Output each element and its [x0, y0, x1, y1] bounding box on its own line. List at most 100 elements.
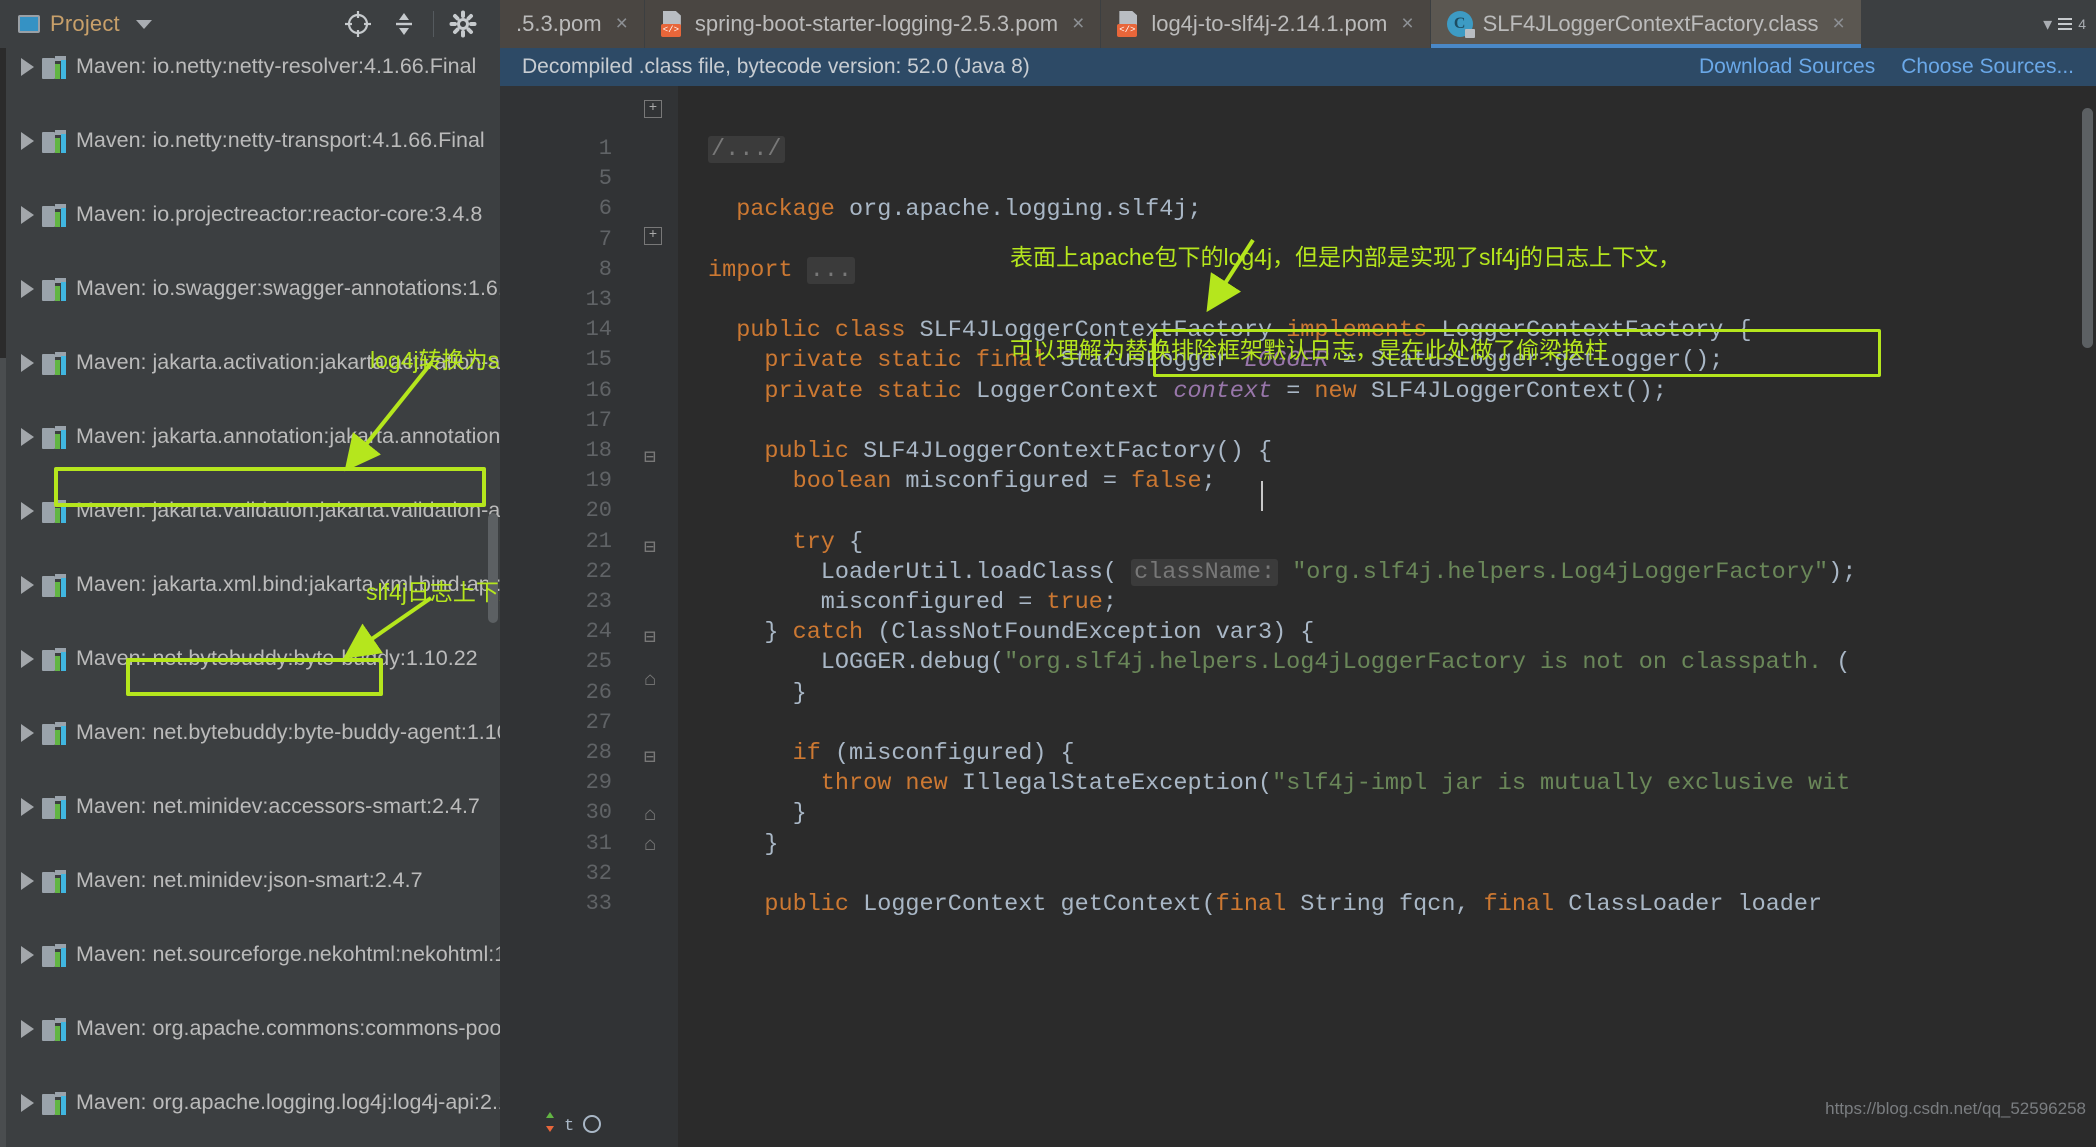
- choose-sources-link[interactable]: Choose Sources...: [1901, 55, 2074, 79]
- tree-row[interactable]: Maven: jakarta.validation:jakarta.valida…: [6, 492, 500, 529]
- line-number: 24: [585, 619, 612, 645]
- editor-tab-3[interactable]: C SLF4JLoggerContextFactory.class ×: [1430, 0, 1862, 48]
- tree-row[interactable]: Maven: net.minidev:accessors-smart:2.4.7: [6, 788, 500, 825]
- line-number: 27: [585, 709, 612, 735]
- tree-row[interactable]: Maven: jakarta.annotation:jakarta.annota…: [6, 418, 500, 455]
- line-number: 13: [585, 287, 612, 312]
- decompiled-notification-bar: Decompiled .class file, bytecode version…: [500, 48, 2096, 86]
- code-line[interactable]: } catch (ClassNotFoundException var3) {: [764, 619, 1314, 646]
- tree-row[interactable]: Maven: org.apache.commons:commons-pool2:…: [6, 1010, 500, 1047]
- settings-icon[interactable]: [440, 0, 486, 48]
- download-sources-link[interactable]: Download Sources: [1699, 55, 1875, 79]
- tree-row-label: Maven: net.bytebuddy:byte-buddy:1.10.22: [76, 646, 478, 670]
- tree-row[interactable]: Maven: net.sourceforge.nekohtml:nekohtml…: [6, 936, 500, 973]
- project-window-icon: [18, 15, 40, 33]
- chevron-right-icon[interactable]: [12, 57, 42, 76]
- tree-row[interactable]: Maven: org.apache.logging.log4j:log4j-ap…: [6, 1084, 500, 1121]
- editor-tab-2-close-icon[interactable]: ×: [1401, 12, 1413, 36]
- chevron-right-icon[interactable]: [12, 1093, 42, 1112]
- line-number: 26: [585, 679, 612, 705]
- tab-overflow-button[interactable]: ▾ 4: [2033, 0, 2096, 48]
- tree-row[interactable]: Maven: io.netty:netty-transport:4.1.66.F…: [6, 122, 500, 159]
- editor-tab-2[interactable]: </> log4j-to-slf4j-2.14.1.pom ×: [1101, 0, 1431, 48]
- line-number: 32: [585, 860, 612, 886]
- fold-brace-24[interactable]: ⊟: [644, 624, 656, 650]
- code-token: final: [1483, 891, 1569, 918]
- editor-tab-1[interactable]: </> spring-boot-starter-logging-2.5.3.po…: [644, 0, 1102, 48]
- code-line[interactable]: misconfigured = true;: [821, 589, 1117, 616]
- fold-marker-line1[interactable]: +: [644, 100, 662, 118]
- code-line[interactable]: public LoggerContext getContext(final St…: [764, 891, 1822, 918]
- chevron-right-icon[interactable]: [12, 427, 42, 446]
- maven-icon: [42, 1017, 68, 1041]
- line-number: 7: [598, 226, 612, 252]
- code-line[interactable]: }: [793, 680, 807, 707]
- editor-tab-1-close-icon[interactable]: ×: [1072, 12, 1084, 36]
- chevron-right-icon[interactable]: [12, 797, 42, 816]
- maven-icon: [42, 351, 68, 375]
- editor-tab-0[interactable]: .5.3.pom ×: [500, 0, 645, 48]
- chevron-right-icon[interactable]: [12, 353, 42, 372]
- text-caret: [1261, 481, 1263, 511]
- code-line[interactable]: try {: [793, 529, 864, 556]
- tree-row[interactable]: Maven: io.projectreactor:reactor-core:3.…: [6, 196, 500, 233]
- chevron-right-icon[interactable]: [12, 1019, 42, 1038]
- maven-icon: [42, 943, 68, 967]
- editor-scrollbar[interactable]: [2082, 108, 2093, 348]
- code-line[interactable]: }: [793, 800, 807, 827]
- line-number: 15: [585, 347, 612, 373]
- line-number: 33: [585, 891, 612, 916]
- chevron-right-icon[interactable]: [12, 205, 42, 224]
- fold-brace-21[interactable]: ⊟: [644, 534, 656, 560]
- line-number: 22: [585, 558, 612, 584]
- line-number: 21: [585, 528, 612, 554]
- fold-marker-import[interactable]: +: [644, 227, 662, 245]
- chevron-right-icon[interactable]: [12, 131, 42, 150]
- code-line[interactable]: public SLF4JLoggerContextFactory() {: [764, 438, 1272, 465]
- line-number: 25: [585, 649, 612, 675]
- code-line[interactable]: throw new IllegalStateException("slf4j-i…: [821, 770, 1851, 797]
- chevron-right-icon[interactable]: [12, 501, 42, 520]
- code-line[interactable]: /.../: [708, 136, 785, 163]
- code-line[interactable]: LOGGER.debug("org.slf4j.helpers.Log4jLog…: [821, 649, 1851, 676]
- chevron-right-icon[interactable]: [12, 723, 42, 742]
- code-token: "org.slf4j.helpers.Log4jLoggerFactory is…: [1004, 649, 1837, 677]
- tree-row[interactable]: Maven: io.netty:netty-resolver:4.1.66.Fi…: [6, 48, 500, 85]
- code-token: ();: [1681, 347, 1724, 375]
- tree-row[interactable]: Maven: net.bytebuddy:byte-buddy-agent:1.…: [6, 714, 500, 751]
- code-line[interactable]: boolean misconfigured = false;: [793, 468, 1216, 495]
- code-line[interactable]: LoaderUtil.loadClass( className: "org.sl…: [821, 558, 1856, 586]
- fold-brace-18[interactable]: ⊟: [644, 444, 656, 470]
- collapse-all-icon[interactable]: [381, 0, 427, 48]
- maven-icon: [42, 55, 68, 79]
- editor-tab-0-close-icon[interactable]: ×: [616, 12, 628, 36]
- svg-text:t: t: [564, 1117, 574, 1136]
- chevron-down-icon[interactable]: [135, 19, 152, 29]
- maven-icon: [42, 425, 68, 449]
- chevron-right-icon[interactable]: [12, 871, 42, 890]
- tree-row[interactable]: Maven: io.swagger:swagger-annotations:1.…: [6, 270, 500, 307]
- line-number: 19: [585, 468, 612, 494]
- chevron-right-icon[interactable]: [12, 649, 42, 668]
- editor-tab-3-label: SLF4JLoggerContextFactory.class: [1482, 11, 1819, 36]
- chevron-right-icon[interactable]: [12, 575, 42, 594]
- tree-row[interactable]: Maven: net.minidev:json-smart:2.4.7: [6, 862, 500, 899]
- fold-brace-31[interactable]: ⌂: [644, 834, 656, 857]
- fold-brace-28[interactable]: ⊟: [644, 744, 656, 770]
- fold-brace-26[interactable]: ⌂: [644, 669, 656, 692]
- editor-tab-3-close-icon[interactable]: ×: [1832, 12, 1844, 36]
- fold-brace-30[interactable]: ⌂: [644, 804, 656, 827]
- line-number: 1: [598, 136, 612, 161]
- tree-row[interactable]: Maven: net.bytebuddy:byte-buddy:1.10.22: [6, 640, 500, 677]
- locate-icon[interactable]: [335, 0, 381, 48]
- chevron-right-icon[interactable]: [12, 279, 42, 298]
- code-line[interactable]: import ...: [708, 256, 856, 284]
- code-token: ClassLoader loader: [1568, 891, 1823, 918]
- code-note-line-1: 表面上apache包下的log4j，但是内部是实现了slf4j的日志上下文，: [1010, 244, 1681, 270]
- tab-count: 4: [2078, 16, 2086, 32]
- chevron-down-icon: ▾: [2043, 13, 2053, 34]
- code-folding-column[interactable]: + + ⊟ ⊟ ⊟ ⌂ ⊟ ⌂ ⌂: [630, 86, 702, 1147]
- code-line[interactable]: if (misconfigured) {: [793, 740, 1075, 767]
- chevron-right-icon[interactable]: [12, 945, 42, 964]
- code-line[interactable]: }: [764, 831, 778, 858]
